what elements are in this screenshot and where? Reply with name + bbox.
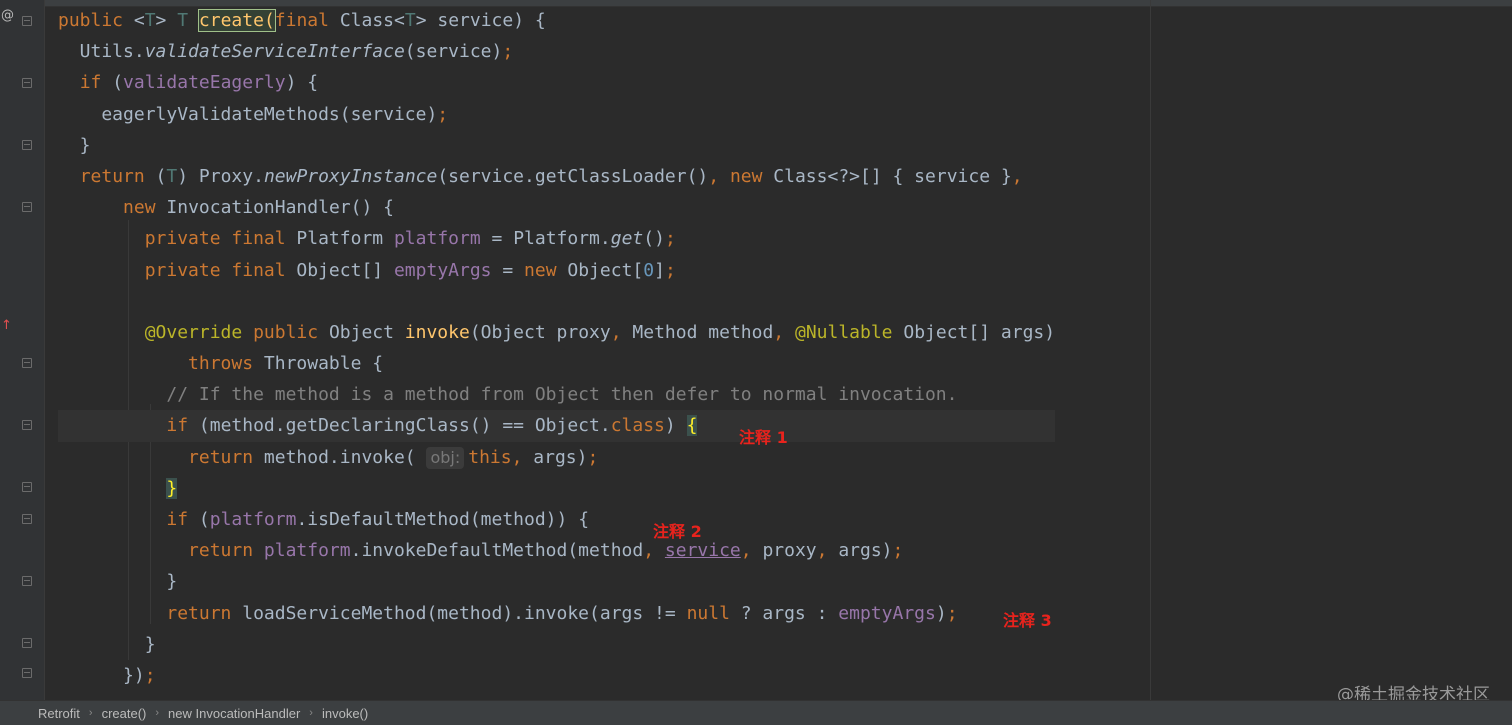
code-line-21[interactable]: } <box>58 629 1055 660</box>
fold-icon[interactable] <box>22 358 32 368</box>
annotation-note-1: 注释 1 <box>739 428 788 447</box>
code-line-14[interactable]: if (method.getDeclaringClass() == Object… <box>58 410 1056 442</box>
fold-icon[interactable] <box>22 576 32 586</box>
breadcrumb: Retrofit › create() › new InvocationHand… <box>0 700 1512 725</box>
code-line-11[interactable]: @Override public Object invoke(Object pr… <box>58 317 1055 348</box>
breadcrumb-separator-icon: › <box>88 707 93 719</box>
breadcrumb-item-invocation-handler[interactable]: new InvocationHandler <box>168 706 300 721</box>
code-line-3[interactable]: if (validateEagerly) { <box>58 67 1055 98</box>
fold-icon[interactable] <box>22 78 32 88</box>
annotation-note-3: 注释 3 <box>1003 611 1052 630</box>
fold-icon[interactable] <box>22 420 32 430</box>
fold-icon[interactable] <box>22 514 32 524</box>
fold-icon[interactable] <box>22 638 32 648</box>
code-line-9[interactable]: private final Object[] emptyArgs = new O… <box>58 255 1055 286</box>
code-line-12[interactable]: throws Throwable { <box>58 348 1055 379</box>
code-line-1[interactable]: public <T> T create(final Class<T> servi… <box>58 5 1055 36</box>
fold-icon[interactable] <box>22 140 32 150</box>
code-line-7[interactable]: new InvocationHandler() { <box>58 192 1055 223</box>
code-line-2[interactable]: Utils.validateServiceInterface(service); <box>58 36 1055 67</box>
code-line-8[interactable]: private final Platform platform = Platfo… <box>58 223 1055 254</box>
code-line-18[interactable]: return platform.invokeDefaultMethod(meth… <box>58 535 1055 566</box>
breadcrumb-item-retrofit[interactable]: Retrofit <box>38 706 80 721</box>
code-line-5[interactable]: } <box>58 130 1055 161</box>
annotation-note-2: 注释 2 <box>653 522 702 541</box>
fold-icon[interactable] <box>22 668 32 678</box>
code-line-22[interactable]: }); <box>58 660 1055 691</box>
breadcrumb-separator-icon: › <box>309 707 313 719</box>
param-hint: obj: <box>426 446 465 469</box>
breadcrumb-item-create[interactable]: create() <box>102 706 147 721</box>
method-name-create[interactable]: create( <box>197 9 276 32</box>
editor-gutter[interactable]: @ ↑ <box>0 0 45 700</box>
breadcrumb-item-invoke[interactable]: invoke() <box>322 706 368 721</box>
code-line-10[interactable] <box>58 286 1055 317</box>
code-line-13[interactable]: // If the method is a method from Object… <box>58 379 1055 410</box>
fold-icon[interactable] <box>22 202 32 212</box>
fold-icon[interactable] <box>22 16 32 26</box>
breadcrumb-separator-icon: › <box>155 707 160 719</box>
code-line-4[interactable]: eagerlyValidateMethods(service); <box>58 99 1055 130</box>
override-marker-icon[interactable]: @ <box>1 8 14 23</box>
implement-arrow-icon[interactable]: ↑ <box>1 318 12 333</box>
code-line-17[interactable]: if (platform.isDefaultMethod(method)) { <box>58 504 1055 535</box>
code-line-15[interactable]: return method.invoke( obj: this, args); <box>58 442 1055 473</box>
code-line-19[interactable]: } <box>58 566 1055 597</box>
code-line-6[interactable]: return (T) Proxy.newProxyInstance(servic… <box>58 161 1055 192</box>
code-line-20[interactable]: return loadServiceMethod(method).invoke(… <box>58 598 1055 629</box>
fold-icon[interactable] <box>22 482 32 492</box>
right-margin-guide <box>1150 0 1151 700</box>
code-editor[interactable]: public <T> T create(final Class<T> servi… <box>58 5 1056 691</box>
code-line-16[interactable]: } <box>58 473 1055 504</box>
